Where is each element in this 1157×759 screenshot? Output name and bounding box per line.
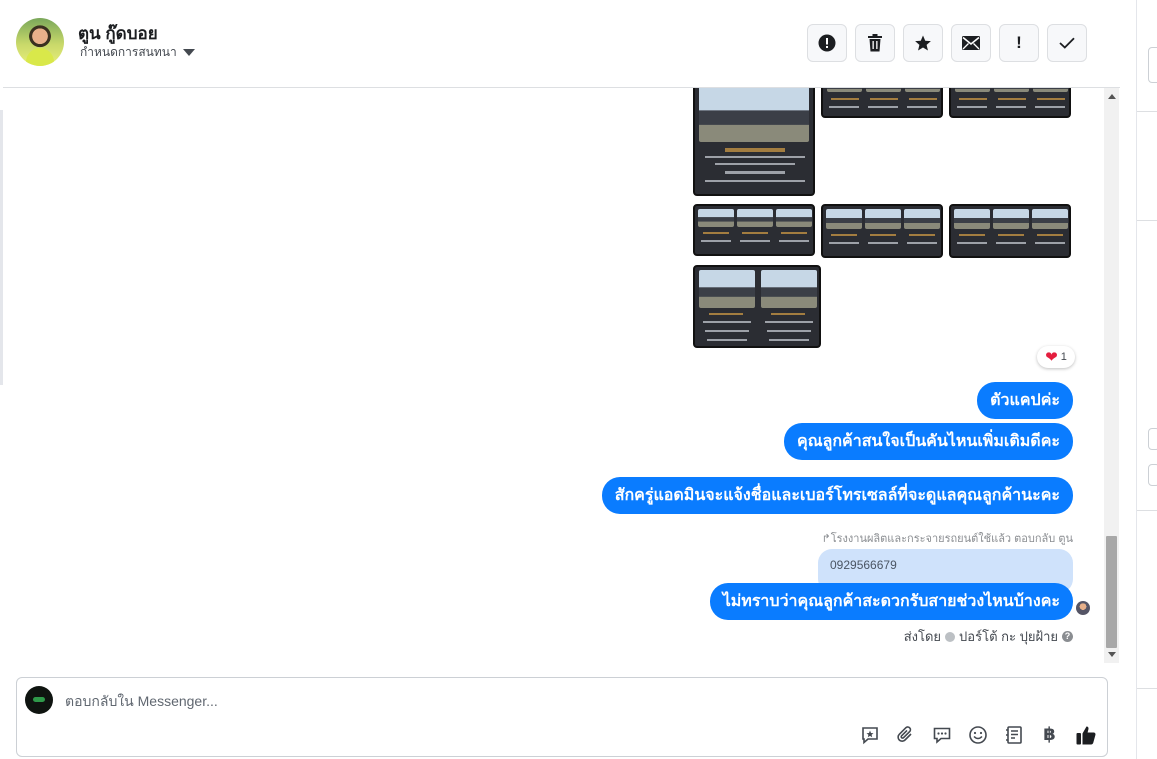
contact-avatar[interactable] [16,18,64,66]
car-listing-image[interactable] [693,88,815,196]
scroll-up-icon[interactable] [1108,94,1116,99]
caret-down-icon [182,49,195,56]
car-listing-image[interactable] [693,265,821,348]
message-bubble[interactable]: ไม่ทราบว่าคุณลูกค้าสะดวกรับสายช่วงไหนบ้า… [709,583,1073,620]
conversation-schedule-label: กำหนดการสนทนา [80,45,177,59]
exclamation-icon: ! [1016,33,1022,52]
message-composer: ฿ [16,677,1108,757]
message-reaction[interactable]: ❤ 1 [1037,346,1075,368]
star-button[interactable] [903,24,943,62]
message-bubble[interactable]: คุณลูกค้าสนใจเป็นคันไหนเพิ่มเติมดีคะ [783,423,1073,460]
side-panel-field[interactable] [1148,47,1157,83]
conversation-toolbar: ! [807,24,1087,62]
reply-context: ↱โรงงานผลิตและกระจายรถยนต์ใช้แล้ว ตอบกลั… [822,529,1074,547]
check-icon [1059,37,1075,49]
like-icon[interactable] [1074,723,1097,746]
right-side-panel [1136,0,1157,759]
messenger-inbox: ตูน กู๊ดบอย กำหนดการสนทนา ! ❤ 1 ตัวแคปค่… [0,0,1157,759]
sent-by-prefix: ส่งโดย [903,629,942,644]
seen-avatar [1076,601,1090,615]
reply-input[interactable] [65,690,765,712]
sent-by-info: ส่งโดย ปอร์โต้ กะ ปุยฝ้าย ? [904,626,1073,647]
car-listing-image[interactable] [949,204,1071,258]
delete-button[interactable] [855,24,895,62]
notes-icon[interactable] [1002,723,1025,746]
conversation-schedule-dropdown[interactable]: กำหนดการสนทนา [80,43,195,62]
conversation-header: ตูน กู๊ดบอย กำหนดการสนทนา ! [3,0,1120,88]
car-listing-image[interactable] [949,88,1071,118]
sender-name[interactable]: ปอร์โต้ กะ ปุยฝ้าย [959,626,1058,647]
reaction-count: 1 [1060,351,1067,363]
reply-arrow-icon: ↱ [821,533,831,545]
message-bubble[interactable]: ตัวแคปค่ะ [977,382,1073,419]
star-icon [915,35,931,51]
envelope-icon [962,36,980,50]
composer-tools: ฿ [858,723,1097,746]
side-panel-checkbox[interactable] [1148,464,1157,486]
message-scrollbar[interactable] [1104,88,1119,663]
heart-icon: ❤ [1045,348,1058,366]
mark-unread-button[interactable] [951,24,991,62]
sender-icon [945,631,956,642]
mark-done-button[interactable] [1047,24,1087,62]
help-icon[interactable]: ? [1062,631,1073,642]
baht-symbol: ฿ [1043,724,1056,744]
scrollbar-thumb[interactable] [1106,536,1117,648]
message-bubble[interactable]: สักครู่แอดมินจะแจ้งชื่อและเบอร์โทรเซลล์ท… [601,477,1073,514]
baht-icon[interactable]: ฿ [1038,723,1061,746]
alert-circle-icon [818,34,836,52]
chat-bubble-icon[interactable] [930,723,953,746]
follow-up-button[interactable]: ! [999,24,1039,62]
car-listing-image[interactable] [693,204,815,256]
attachment-icon[interactable] [894,723,917,746]
message-list[interactable]: ❤ 1 ตัวแคปค่ะ คุณลูกค้าสนใจเป็นคันไหนเพิ… [3,88,1105,663]
trash-icon [868,34,882,52]
page-avatar [25,686,53,714]
emoji-icon[interactable] [966,723,989,746]
car-listing-image[interactable] [821,88,943,118]
scroll-down-icon[interactable] [1108,652,1116,657]
side-panel-checkbox[interactable] [1148,428,1157,450]
saved-reply-icon[interactable] [858,723,881,746]
car-listing-image[interactable] [821,204,943,258]
report-button[interactable] [807,24,847,62]
reply-context-text: โรงงานผลิตและกระจายรถยนต์ใช้แล้ว ตอบกลับ… [830,533,1073,545]
